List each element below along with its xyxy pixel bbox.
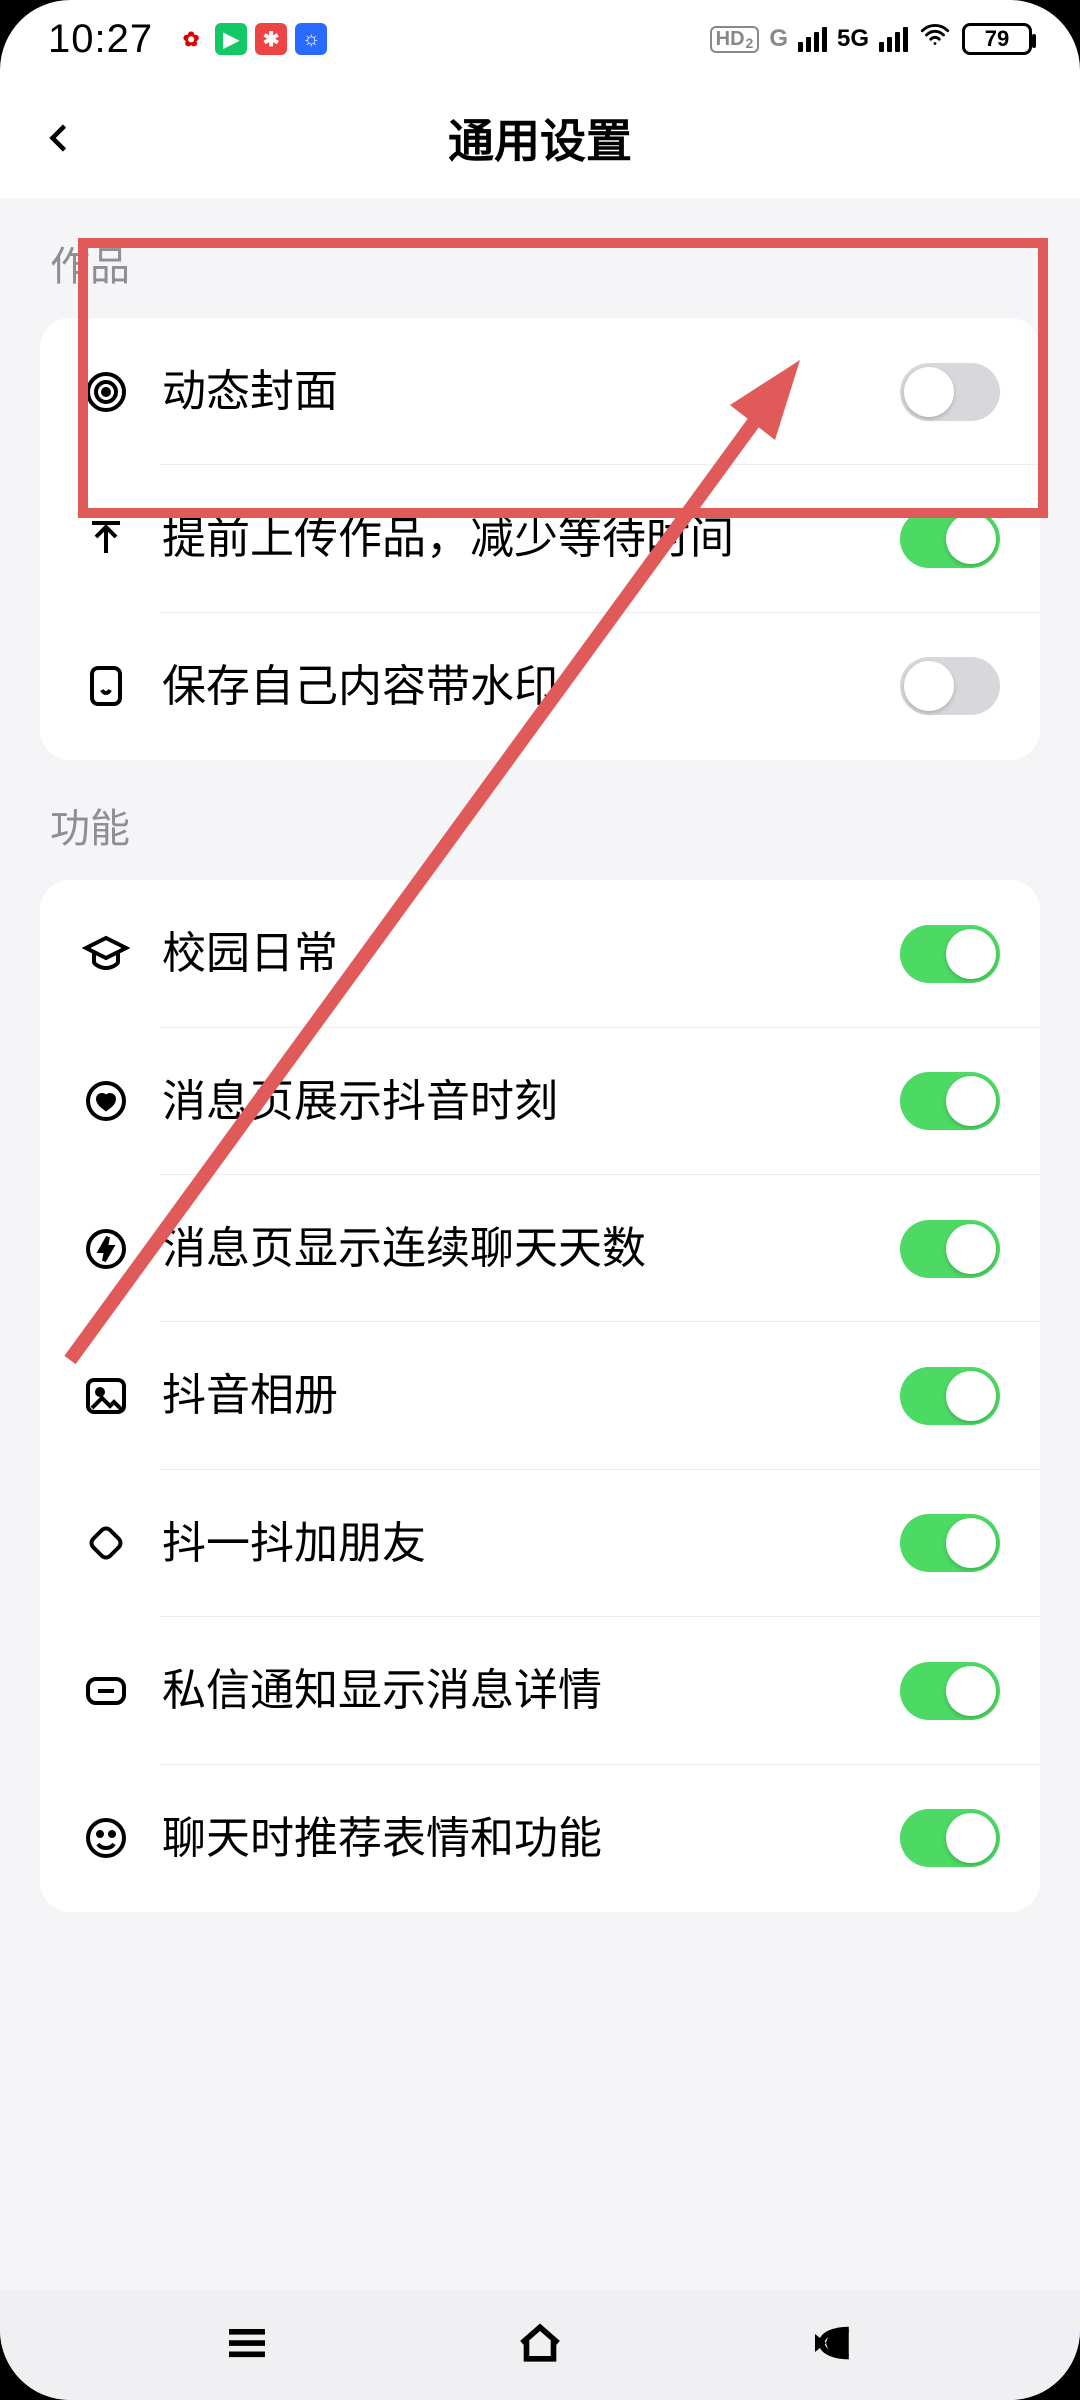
heart-circle-icon (80, 1075, 132, 1127)
status-app-icons: ✿ ▶ ✱ ☼ (175, 23, 327, 55)
upload-icon (80, 513, 132, 565)
system-navbar (0, 2290, 1080, 2400)
row-watermark[interactable]: 保存自己内容带水印 (40, 613, 1040, 760)
toggle-moments[interactable] (900, 1072, 1000, 1130)
toggle-dynamic-cover[interactable] (900, 363, 1000, 421)
image-icon (80, 1370, 132, 1422)
status-bar: 10:27 ✿ ▶ ✱ ☼ HD2 G 5G 79 (0, 0, 1080, 78)
row-label: 消息页展示抖音时刻 (162, 1072, 870, 1131)
app-icon: ✱ (255, 23, 287, 55)
app-icon: ☼ (295, 23, 327, 55)
status-right: HD2 G 5G 79 (710, 18, 1032, 61)
row-label: 消息页显示连续聊天天数 (162, 1219, 870, 1278)
card-works: 动态封面 提前上传作品，减少等待时间 保存自己内容带水印 (40, 318, 1040, 760)
toggle-album[interactable] (900, 1367, 1000, 1425)
row-label: 校园日常 (162, 924, 870, 983)
app-icon: ▶ (215, 23, 247, 55)
row-dynamic-cover[interactable]: 动态封面 (40, 318, 1040, 465)
nav-back-button[interactable] (806, 2316, 860, 2375)
network-label: G (769, 25, 788, 53)
row-shake[interactable]: 抖一抖加朋友 (40, 1470, 1040, 1617)
row-label: 抖一抖加朋友 (162, 1514, 870, 1573)
emoji-icon (80, 1812, 132, 1864)
row-preupload[interactable]: 提前上传作品，减少等待时间 (40, 465, 1040, 612)
hd-badge: HD2 (710, 26, 760, 53)
status-time: 10:27 (48, 17, 153, 62)
toggle-preupload[interactable] (900, 510, 1000, 568)
status-left: 10:27 ✿ ▶ ✱ ☼ (48, 17, 327, 62)
row-label: 聊天时推荐表情和功能 (162, 1809, 870, 1868)
save-device-icon (80, 660, 132, 712)
toggle-emoji-suggest[interactable] (900, 1809, 1000, 1867)
lightning-icon (80, 1223, 132, 1275)
row-label: 提前上传作品，减少等待时间 (162, 509, 870, 568)
page-header: 通用设置 (0, 78, 1080, 198)
row-label: 私信通知显示消息详情 (162, 1661, 870, 1720)
camera-target-icon (80, 366, 132, 418)
nav-recent-button[interactable] (220, 2316, 274, 2375)
nav-home-button[interactable] (513, 2316, 567, 2375)
toggle-campus[interactable] (900, 925, 1000, 983)
app-icon: ✿ (175, 23, 207, 55)
signal-bars-icon (879, 27, 908, 52)
wifi-icon (918, 18, 952, 61)
section-label-features: 功能 (0, 760, 1080, 880)
page-title: 通用设置 (448, 105, 632, 171)
toggle-watermark[interactable] (900, 657, 1000, 715)
row-album[interactable]: 抖音相册 (40, 1322, 1040, 1469)
row-label: 保存自己内容带水印 (162, 657, 870, 716)
row-chat-days[interactable]: 消息页显示连续聊天天数 (40, 1175, 1040, 1322)
shake-icon (80, 1517, 132, 1569)
toggle-shake[interactable] (900, 1514, 1000, 1572)
toggle-dm-detail[interactable] (900, 1662, 1000, 1720)
battery-icon: 79 (962, 23, 1032, 55)
content-scroll[interactable]: 作品 动态封面 提前上传作品，减少等待时间 保存自己内容 (0, 198, 1080, 2290)
section-label-works: 作品 (0, 198, 1080, 318)
row-dm-detail[interactable]: 私信通知显示消息详情 (40, 1617, 1040, 1764)
graduation-icon (80, 928, 132, 980)
toggle-chat-days[interactable] (900, 1220, 1000, 1278)
card-features: 校园日常 消息页展示抖音时刻 消息页显示连续聊天天数 (40, 880, 1040, 1912)
chevron-left-icon (42, 120, 78, 156)
row-emoji-suggest[interactable]: 聊天时推荐表情和功能 (40, 1765, 1040, 1912)
row-label: 抖音相册 (162, 1366, 870, 1425)
message-icon (80, 1665, 132, 1717)
row-campus[interactable]: 校园日常 (40, 880, 1040, 1027)
signal-bars-icon (798, 27, 827, 52)
back-button[interactable] (30, 108, 90, 168)
network-label-5g: 5G (837, 25, 869, 53)
row-label: 动态封面 (162, 362, 870, 421)
row-moments[interactable]: 消息页展示抖音时刻 (40, 1028, 1040, 1175)
